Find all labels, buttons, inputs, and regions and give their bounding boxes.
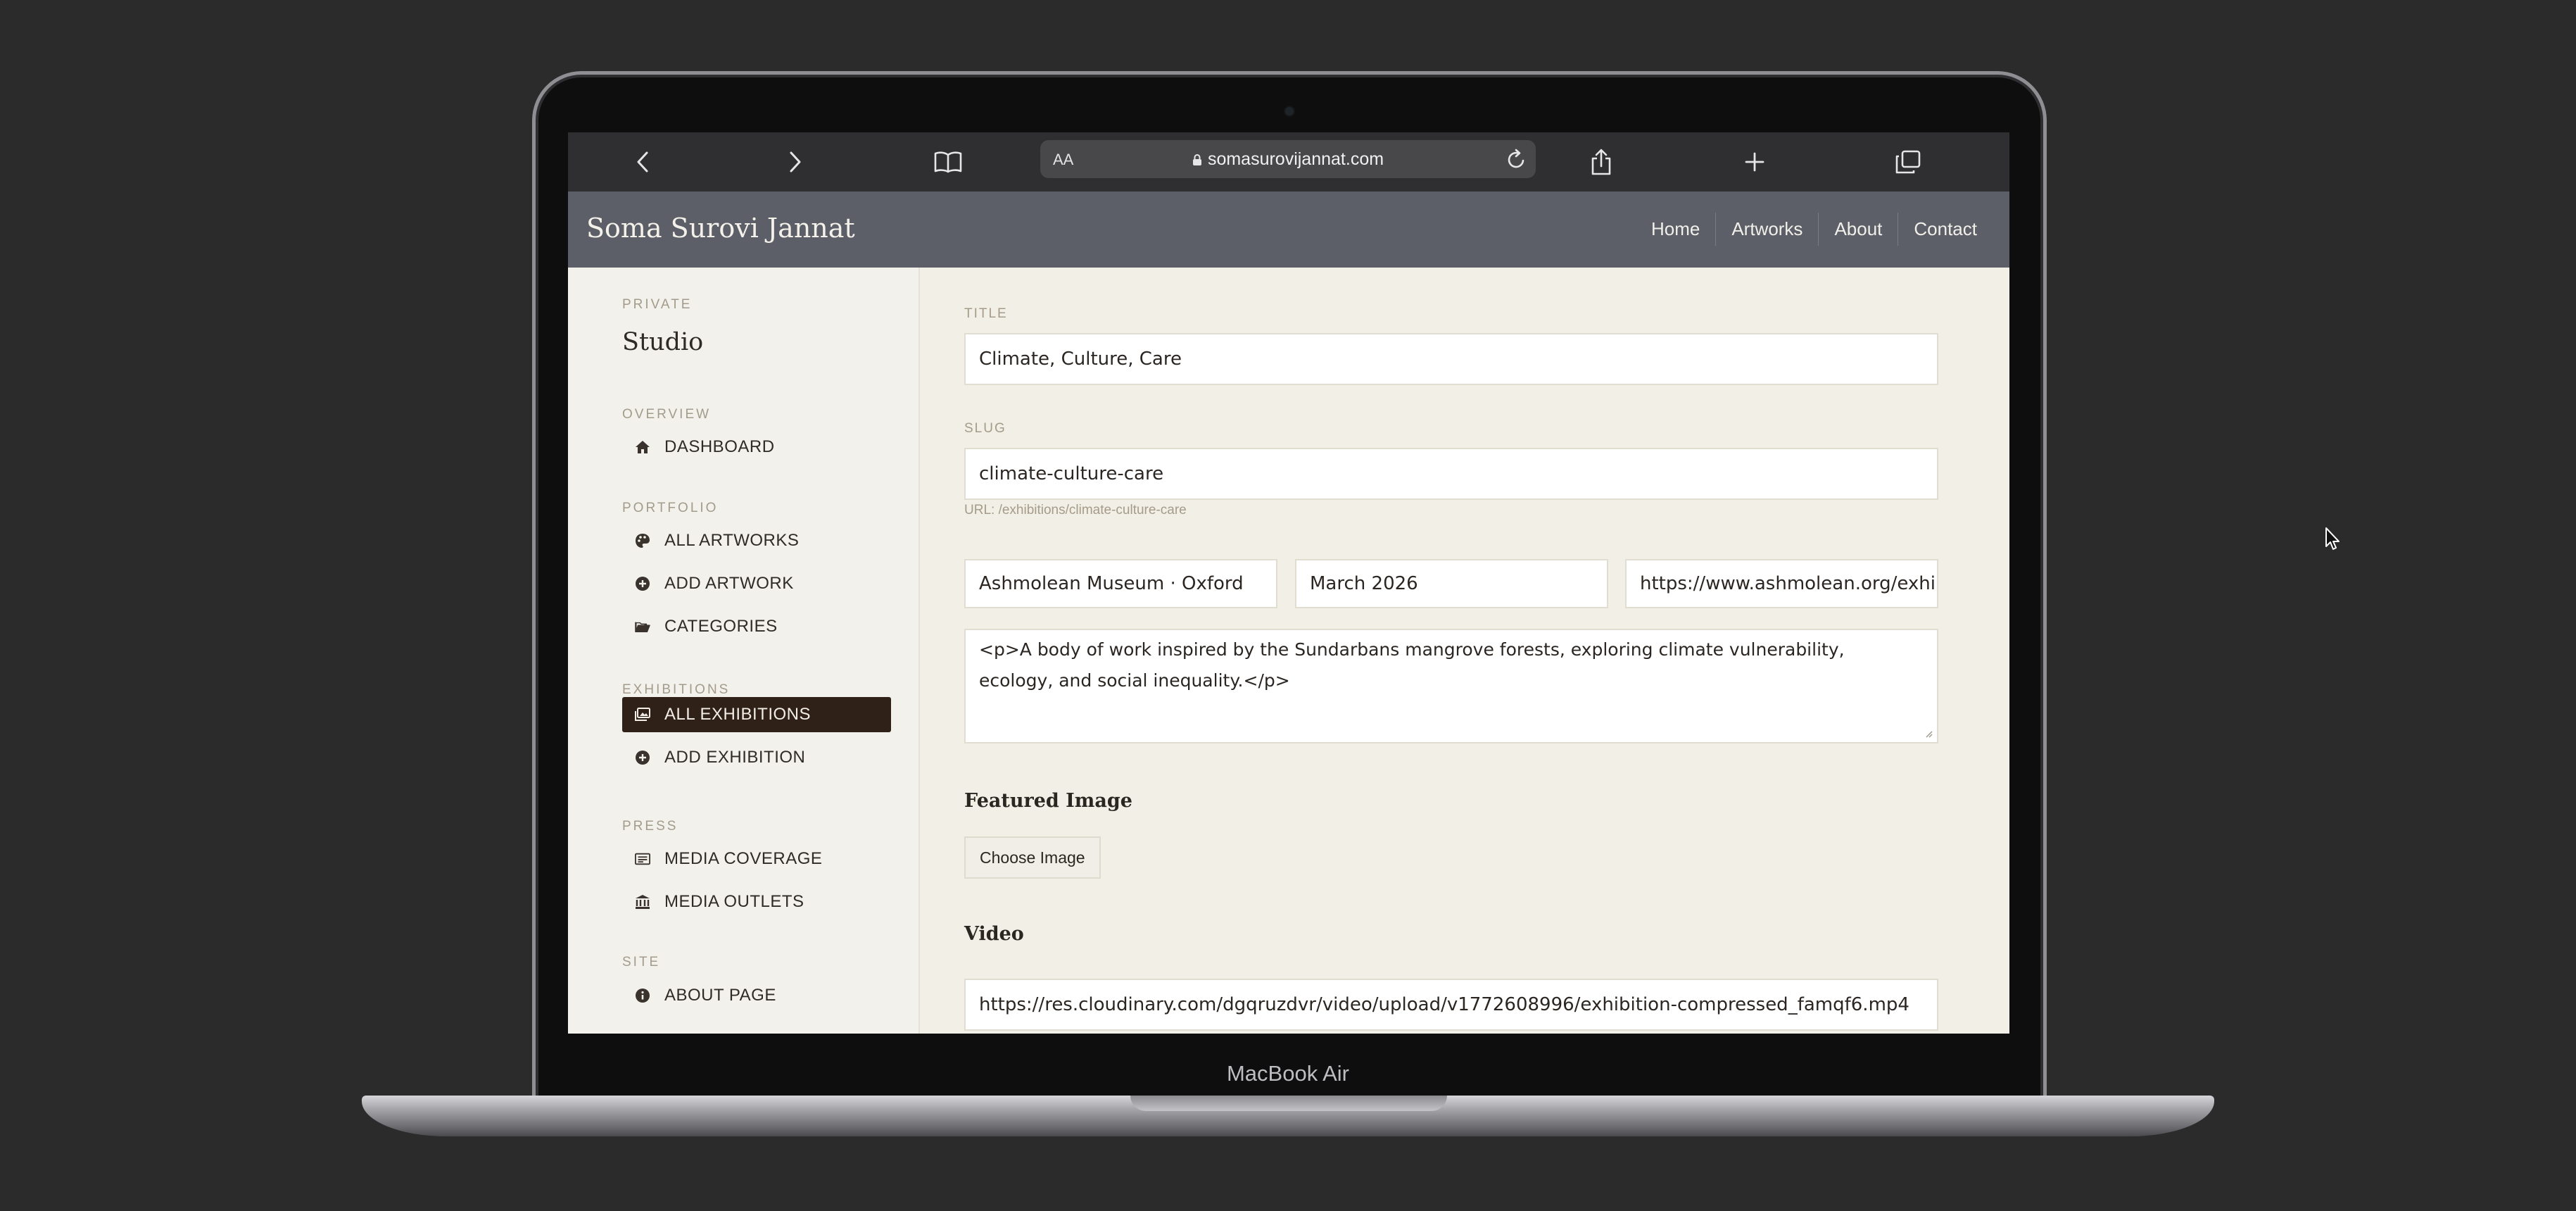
reload-icon[interactable] [1506,148,1527,170]
section-press: PRESS [622,819,678,834]
sidebar-item-label: ALL ARTWORKS [664,531,800,550]
sidebar-eyebrow: PRIVATE [622,297,693,312]
slug-label: SLUG [964,421,1006,436]
sidebar-item-label: ADD ARTWORK [664,574,794,593]
site-brand[interactable]: Soma Surovi Jannat [586,213,855,244]
palette-icon [635,533,650,548]
sidebar-item-add-exhibition[interactable]: ADD EXHIBITION [622,740,891,775]
slug-input[interactable]: climate-culture-care [964,448,1938,500]
tabs-icon [1895,150,1921,174]
info-circle-icon [635,988,650,1003]
laptop-notch [1130,1096,1447,1111]
nav-home[interactable]: Home [1636,213,1715,246]
description-text: <p>A body of work inspired by the Sundar… [979,639,1845,691]
lock-icon [1192,154,1201,165]
site-header: Soma Surovi Jannat Home Artworks About C… [568,192,2009,268]
description-textarea[interactable]: <p>A body of work inspired by the Sundar… [964,629,1938,743]
video-url-input[interactable]: https://res.cloudinary.com/dgqruzdvr/vid… [964,979,1938,1031]
device-label: MacBook Air [1226,1061,1349,1086]
share-icon [1591,149,1611,175]
sidebar-item-all-artworks[interactable]: ALL ARTWORKS [622,523,891,558]
sidebar-item-label: ALL EXHIBITIONS [664,705,812,724]
choose-image-button[interactable]: Choose Image [964,836,1101,879]
resize-handle-icon[interactable] [1924,729,1933,738]
sidebar-item-about-page[interactable]: ABOUT PAGE [622,978,891,1013]
forward-button[interactable] [777,144,814,180]
sidebar-item-label: CATEGORIES [664,617,778,636]
nav-contact[interactable]: Contact [1898,213,1993,246]
sidebar-item-label: MEDIA COVERAGE [664,849,823,868]
book-icon [934,151,962,173]
sidebar-item-add-artwork[interactable]: ADD ARTWORK [622,566,891,601]
browser-toolbar: AA somasurovijannat.com [568,132,2009,192]
landmark-icon [635,894,650,910]
link-input[interactable]: https://www.ashmolean.org/exhi [1625,559,1938,608]
sidebar-item-dashboard[interactable]: DASHBOARD [622,429,891,465]
chevron-left-icon [637,151,648,172]
home-icon [635,439,650,455]
sidebar-item-media-outlets[interactable]: MEDIA OUTLETS [622,884,891,920]
plus-circle-icon [635,576,650,591]
plus-icon [1745,152,1764,172]
camera-icon [1285,107,1294,115]
mouse-cursor-icon [2325,527,2340,550]
nav-artworks[interactable]: Artworks [1715,213,1818,246]
images-icon [635,707,650,722]
newspaper-icon [635,851,650,867]
sidebar-item-label: ADD EXHIBITION [664,748,806,767]
video-heading: Video [964,923,1024,945]
venue-input[interactable]: Ashmolean Museum · Oxford [964,559,1277,608]
nav-about[interactable]: About [1818,213,1898,246]
section-portfolio: PORTFOLIO [622,501,719,515]
section-overview: OVERVIEW [622,407,712,422]
date-input[interactable]: March 2026 [1295,559,1608,608]
back-button[interactable] [624,144,661,180]
folder-open-icon [635,619,650,634]
title-input[interactable]: Climate, Culture, Care [964,333,1938,385]
chevron-right-icon [790,151,801,172]
site-nav: Home Artworks About Contact [1636,213,1993,246]
studio-sidebar: PRIVATE Studio OVERVIEW DASHBOARD PORTFO… [568,268,920,1034]
address-url: somasurovijannat.com [1207,149,1384,169]
sidebar-item-label: DASHBOARD [664,437,775,456]
new-tab-button[interactable] [1736,144,1773,180]
share-button[interactable] [1583,144,1620,180]
plus-circle-icon [635,750,650,765]
url-hint: URL: /exhibitions/climate-culture-care [964,503,1187,517]
section-site: SITE [622,955,661,970]
sidebar-item-all-exhibitions[interactable]: ALL EXHIBITIONS [622,697,891,732]
title-label: TITLE [964,306,1008,321]
section-exhibitions: EXHIBITIONS [622,682,731,697]
sidebar-item-media-coverage[interactable]: MEDIA COVERAGE [622,841,891,877]
screen: AA somasurovijannat.com Soma Surovi Jann… [568,132,2009,1034]
sidebar-item-label: ABOUT PAGE [664,986,776,1005]
featured-image-heading: Featured Image [964,790,1132,812]
sidebar-item-label: MEDIA OUTLETS [664,892,804,911]
sidebar-item-categories[interactable]: CATEGORIES [622,609,891,644]
sidebar-title: Studio [622,328,704,356]
tabs-button[interactable] [1890,144,1926,180]
bookmarks-button[interactable] [930,144,966,180]
address-bar[interactable]: AA somasurovijannat.com [1040,140,1536,178]
